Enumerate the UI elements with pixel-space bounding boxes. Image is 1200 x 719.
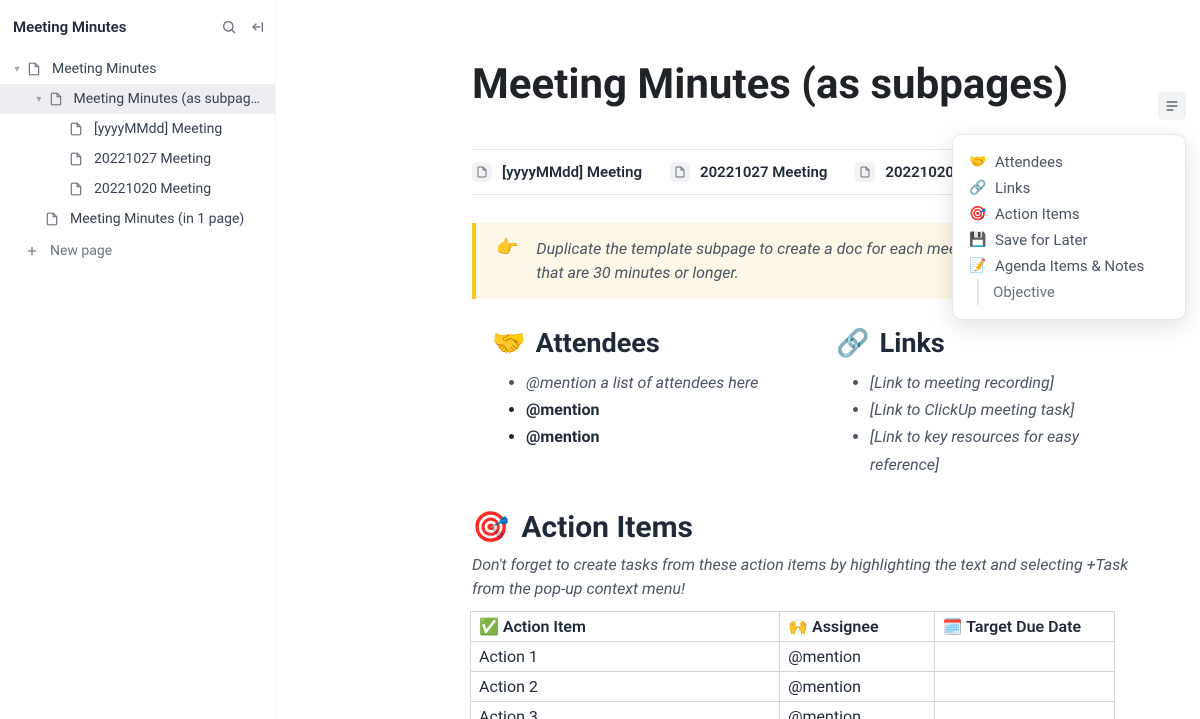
table-row[interactable]: Action 2 @mention [471, 671, 1115, 701]
tree-item-root[interactable]: ▾ Meeting Minutes [0, 54, 275, 84]
plus-icon [24, 244, 40, 258]
cell-due[interactable] [934, 641, 1114, 671]
link-icon: 🔗 [836, 327, 870, 359]
cell-due[interactable] [934, 671, 1114, 701]
main-content: Meeting Minutes (as subpages) [yyyyMMdd]… [276, 0, 1200, 719]
chevron-down-icon[interactable]: ▾ [32, 94, 46, 105]
action-items-table: ✅ Action Item 🙌 Assignee 🗓️ Target Due D… [470, 611, 1115, 719]
subpage-link-label: 20221027 Meeting [700, 163, 827, 181]
subpage-link-20221027[interactable]: 20221027 Meeting [670, 162, 827, 182]
tree-item-label: Meeting Minutes (as subpages) [74, 91, 267, 107]
link-item[interactable]: [Link to key resources for easy referenc… [870, 423, 1140, 477]
action-items-subtitle: Don't forget to create tasks from these … [472, 553, 1140, 601]
toc-item-save-for-later[interactable]: 💾 Save for Later [967, 227, 1173, 253]
tree-item-label: Meeting Minutes (in 1 page) [70, 211, 244, 227]
links-section: 🔗 Links [Link to meeting recording] [Lin… [836, 327, 1140, 478]
document-icon [44, 211, 60, 227]
attendee-mention[interactable]: @mention [526, 396, 796, 423]
toc-toggle-button[interactable] [1158, 92, 1186, 120]
tree-item-onepage[interactable]: Meeting Minutes (in 1 page) [0, 204, 275, 234]
link-item[interactable]: [Link to ClickUp meeting task] [870, 396, 1140, 423]
cell-assignee[interactable]: @mention [780, 671, 935, 701]
links-heading: Links [880, 327, 945, 359]
document-icon [26, 61, 42, 77]
toc-item-action-items[interactable]: 🎯 Action Items [967, 201, 1173, 227]
cell-assignee[interactable]: @mention [780, 641, 935, 671]
page-title: Meeting Minutes (as subpages) [472, 60, 1200, 109]
toc-item-agenda-notes[interactable]: 📝 Agenda Items & Notes [967, 253, 1173, 279]
table-row[interactable]: Action 3 @mention [471, 701, 1115, 719]
toc-item-label: Attendees [995, 153, 1063, 171]
cell-due[interactable] [934, 701, 1114, 719]
table-row[interactable]: Action 1 @mention [471, 641, 1115, 671]
attendees-section: 🤝 Attendees @mention a list of attendees… [492, 327, 796, 478]
collapse-sidebar-icon[interactable] [249, 19, 265, 35]
tree-item-20221020[interactable]: 20221020 Meeting [0, 174, 275, 204]
toc-item-label: Save for Later [995, 231, 1088, 249]
document-icon [68, 151, 84, 167]
tree-item-label: [yyyyMMdd] Meeting [94, 121, 222, 137]
tree-item-label: Meeting Minutes [52, 61, 156, 77]
link-item[interactable]: [Link to meeting recording] [870, 369, 1140, 396]
tree-item-label: 20221020 Meeting [94, 181, 211, 197]
col-action-item: ✅ Action Item [471, 611, 780, 641]
toc-item-label: Agenda Items & Notes [995, 257, 1144, 275]
tree-item-20221027[interactable]: 20221027 Meeting [0, 144, 275, 174]
memo-icon: 📝 [969, 258, 987, 274]
col-target-due-date: 🗓️ Target Due Date [934, 611, 1114, 641]
cell-action-item[interactable]: Action 3 [471, 701, 780, 719]
toc-item-attendees[interactable]: 🤝 Attendees [967, 149, 1173, 175]
target-icon: 🎯 [969, 206, 987, 222]
subpage-link-label: [yyyyMMdd] Meeting [502, 163, 642, 181]
search-icon[interactable] [221, 19, 237, 35]
toc-item-objective[interactable]: Objective [991, 279, 1173, 305]
document-icon [472, 162, 492, 182]
handshake-icon: 🤝 [969, 154, 987, 170]
pointing-right-icon: 👉 [496, 237, 518, 285]
document-icon [670, 162, 690, 182]
attendees-hint: @mention a list of attendees here [526, 369, 796, 396]
document-icon [48, 91, 64, 107]
cell-action-item[interactable]: Action 2 [471, 671, 780, 701]
sidebar-header: Meeting Minutes [0, 14, 275, 54]
save-icon: 💾 [969, 232, 987, 248]
tree-item-subpages[interactable]: ▾ Meeting Minutes (as subpages) [0, 84, 275, 114]
target-icon: 🎯 [472, 510, 509, 545]
tree-item-label: 20221027 Meeting [94, 151, 211, 167]
attendees-heading: Attendees [536, 327, 660, 359]
handshake-icon: 🤝 [492, 327, 526, 359]
toc-popover: 🤝 Attendees 🔗 Links 🎯 Action Items 💾 Sav… [952, 134, 1186, 320]
subpage-link-template[interactable]: [yyyyMMdd] Meeting [472, 162, 642, 182]
attendee-mention[interactable]: @mention [526, 423, 796, 450]
toc-item-label: Action Items [995, 205, 1080, 223]
new-page-button[interactable]: New page [0, 236, 275, 266]
col-assignee: 🙌 Assignee [780, 611, 935, 641]
sidebar: Meeting Minutes ▾ Meeting Minutes ▾ [0, 0, 276, 719]
chevron-down-icon[interactable]: ▾ [10, 64, 24, 75]
sidebar-tree: ▾ Meeting Minutes ▾ Meeting Minutes (as … [0, 54, 275, 266]
toc-item-label: Links [995, 179, 1030, 197]
new-page-label: New page [50, 243, 112, 259]
sidebar-header-actions [221, 19, 265, 35]
tree-item-template[interactable]: [yyyyMMdd] Meeting [0, 114, 275, 144]
document-icon [68, 181, 84, 197]
toc-item-links[interactable]: 🔗 Links [967, 175, 1173, 201]
toc-item-label: Objective [993, 283, 1055, 301]
workspace-title: Meeting Minutes [13, 18, 126, 36]
action-items-heading: Action Items [521, 510, 693, 545]
document-icon [68, 121, 84, 137]
link-icon: 🔗 [969, 180, 987, 196]
document-icon [855, 162, 875, 182]
cell-action-item[interactable]: Action 1 [471, 641, 780, 671]
cell-assignee[interactable]: @mention [780, 701, 935, 719]
